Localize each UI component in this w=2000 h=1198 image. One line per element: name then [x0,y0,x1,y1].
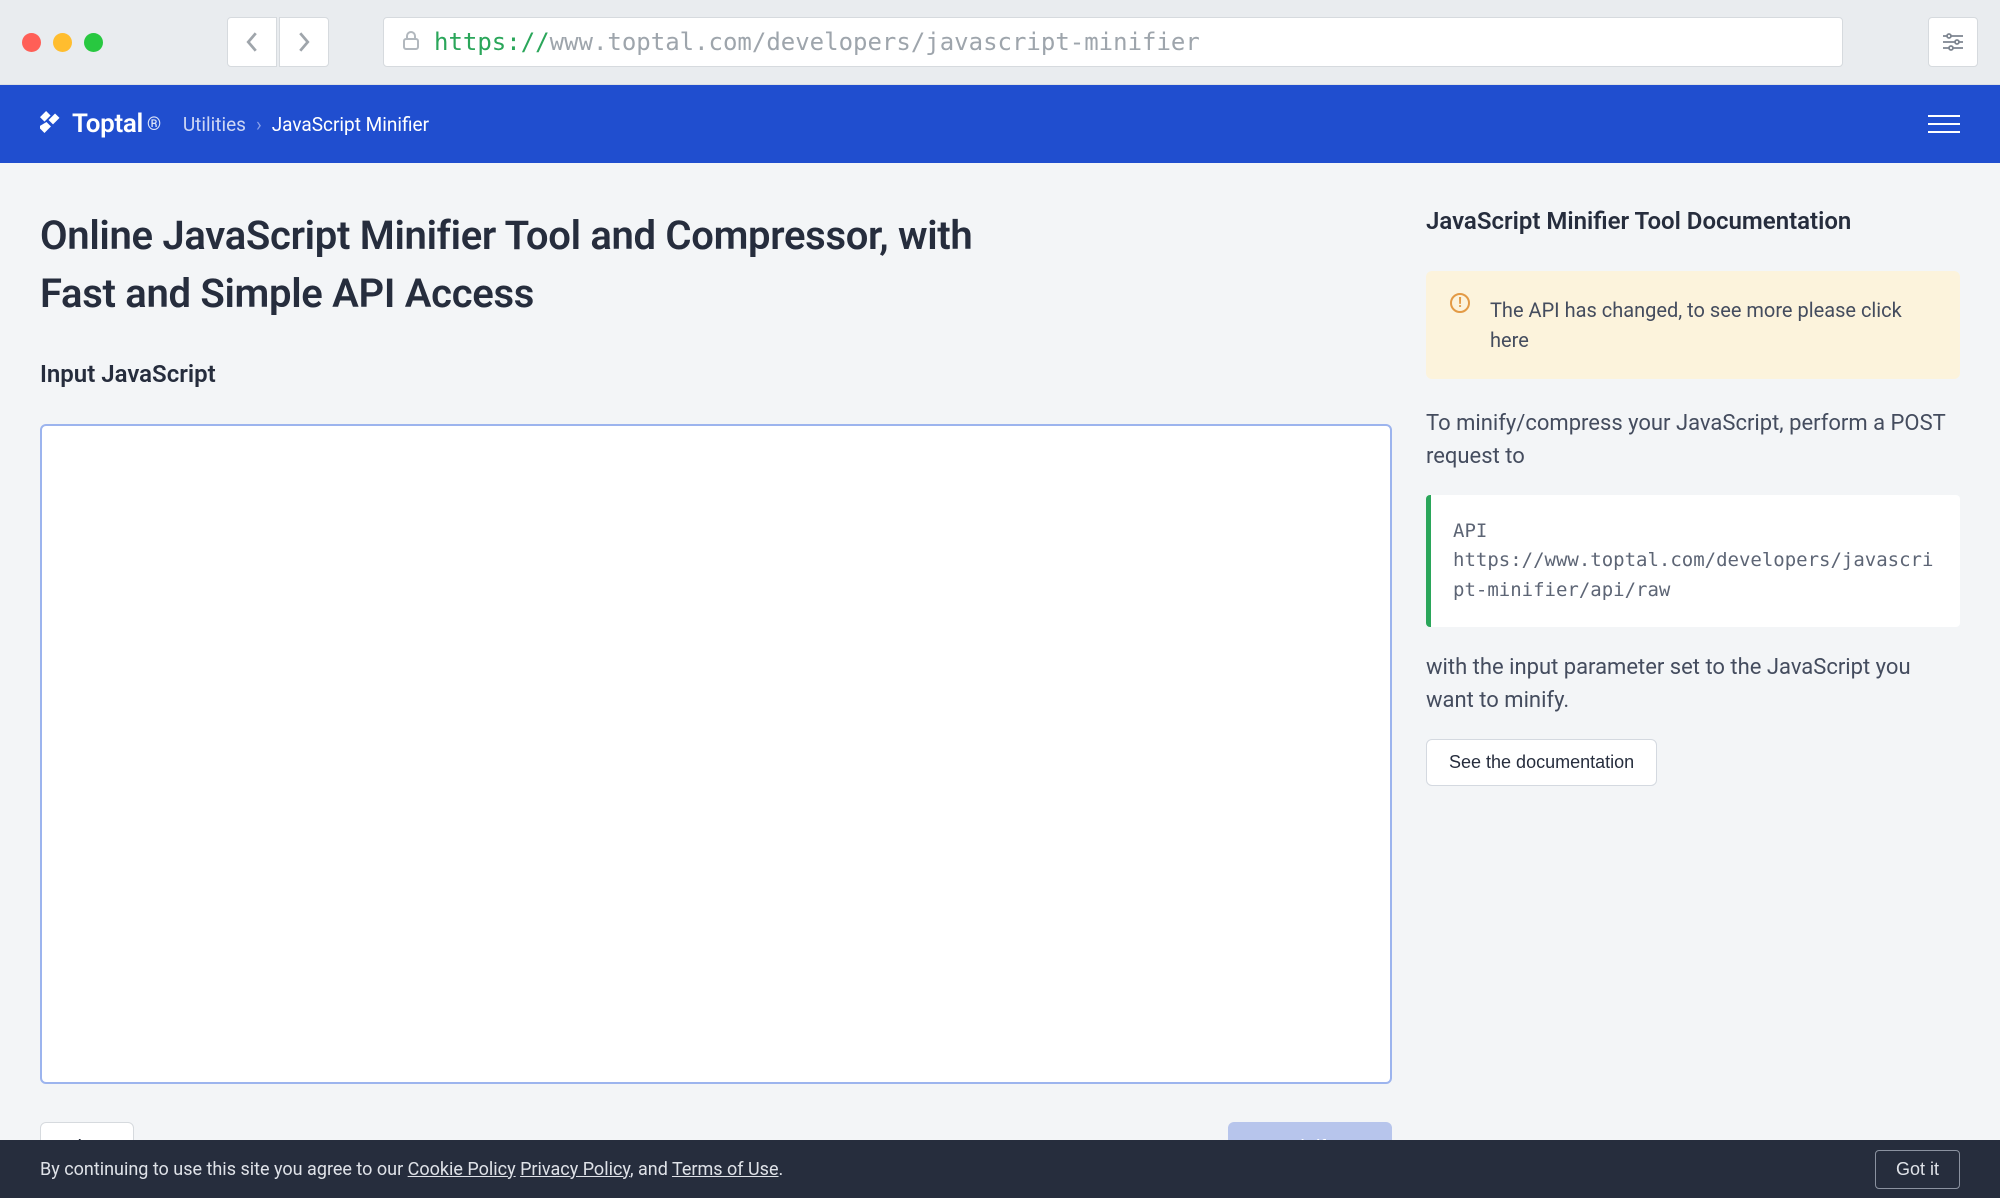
docs-outro: with the input parameter set to the Java… [1426,651,1960,717]
breadcrumb: Utilities › JavaScript Minifier [183,113,429,136]
breadcrumb-current: JavaScript Minifier [272,113,429,136]
code-url: https://www.toptal.com/developers/javasc… [1453,546,1938,605]
site-header: Toptal® Utilities › JavaScript Minifier [0,85,2000,163]
window-controls [22,33,103,52]
maximize-window-button[interactable] [84,33,103,52]
api-changed-alert: ! The API has changed, to see more pleas… [1426,271,1960,379]
cookie-accept-button[interactable]: Got it [1875,1150,1960,1189]
logo[interactable]: Toptal® [40,109,161,139]
chevron-right-icon: › [256,113,262,136]
nav-buttons [227,17,329,67]
browser-toolbar: https://www.toptal.com/developers/javasc… [0,0,2000,85]
see-documentation-button[interactable]: See the documentation [1426,739,1657,786]
code-label: API [1453,517,1938,546]
browser-settings-button[interactable] [1928,17,1978,67]
terms-link[interactable]: Terms of Use [672,1159,779,1180]
minimize-window-button[interactable] [53,33,72,52]
url-scheme: https:// [434,28,550,56]
cookie-text: By continuing to use this site you agree… [40,1159,783,1180]
logo-text: Toptal [72,109,143,139]
javascript-input[interactable] [40,424,1392,1084]
alert-icon: ! [1450,293,1470,313]
address-bar[interactable]: https://www.toptal.com/developers/javasc… [383,17,1843,67]
api-endpoint-code: API https://www.toptal.com/developers/ja… [1426,495,1960,627]
menu-button[interactable] [1928,115,1960,133]
back-button[interactable] [227,17,277,67]
docs-heading: JavaScript Minifier Tool Documentation [1426,207,1960,235]
forward-button[interactable] [279,17,329,67]
close-window-button[interactable] [22,33,41,52]
logo-icon [40,111,66,137]
cookie-banner: By continuing to use this site you agree… [0,1140,2000,1198]
input-heading: Input JavaScript [40,360,1392,388]
docs-intro: To minify/compress your JavaScript, perf… [1426,407,1960,473]
cookie-policy-link[interactable]: Cookie Policy [408,1159,516,1180]
page-title: Online JavaScript Minifier Tool and Comp… [40,207,1000,322]
lock-icon [402,30,420,55]
alert-link[interactable]: The API has changed, to see more please … [1490,298,1902,352]
url-path: www.toptal.com/developers/javascript-min… [550,28,1200,56]
breadcrumb-root[interactable]: Utilities [183,113,246,136]
privacy-policy-link[interactable]: Privacy Policy [520,1159,630,1180]
